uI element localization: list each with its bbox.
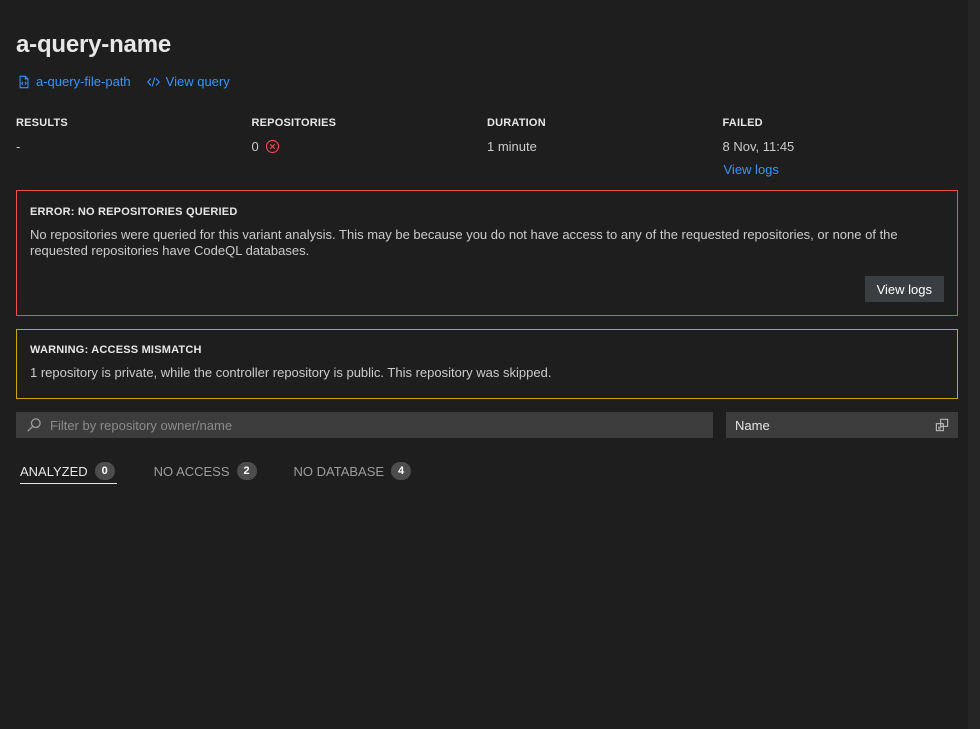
tab-no-access-label: NO ACCESS <box>153 463 230 479</box>
stat-duration-value: 1 minute <box>487 138 723 154</box>
stat-status: FAILED 8 Nov, 11:45 View logs <box>723 117 959 179</box>
stat-status-label: FAILED <box>722 117 763 129</box>
error-circle-icon <box>265 139 279 153</box>
stat-repositories: REPOSITORIES 0 <box>252 117 488 179</box>
stats-row: RESULTS - REPOSITORIES 0 DURATION 1 minu… <box>16 117 958 179</box>
view-logs-button[interactable]: View logs <box>864 276 944 302</box>
tab-no-access-count-badge: 2 <box>236 462 257 480</box>
error-alert-title: ERROR: NO REPOSITORIES QUERIED <box>30 206 238 218</box>
warning-alert: WARNING: ACCESS MISMATCH 1 repository is… <box>16 329 958 399</box>
stat-status-text: 8 Nov, 11:45 <box>722 138 795 154</box>
search-input[interactable] <box>16 412 713 438</box>
stat-duration: DURATION 1 minute <box>487 117 723 179</box>
query-links: a-query-file-path View query <box>17 74 230 89</box>
warning-alert-message: 1 repository is private, while the contr… <box>30 365 552 380</box>
view-query-label: View query <box>165 74 230 89</box>
stat-status-value: 8 Nov, 11:45 <box>723 138 959 154</box>
sort-icon <box>935 418 949 432</box>
error-alert: ERROR: NO REPOSITORIES QUERIED No reposi… <box>16 190 958 316</box>
stat-repositories-value: 0 <box>252 138 488 154</box>
search-box <box>16 412 713 438</box>
query-file-path-label: a-query-file-path <box>36 74 131 89</box>
sort-select[interactable]: Name <box>726 412 958 438</box>
sort-select-label: Name <box>735 417 770 433</box>
stat-results-label: RESULTS <box>16 117 68 129</box>
stat-repositories-text: 0 <box>251 138 259 154</box>
tab-no-access[interactable]: NO ACCESS 2 <box>150 460 257 482</box>
page-title: a-query-name <box>16 31 171 58</box>
stat-results: RESULTS - <box>16 117 252 179</box>
error-alert-message: No repositories were queried for this va… <box>30 227 898 258</box>
stat-results-text: - <box>16 138 21 154</box>
stat-duration-text: 1 minute <box>487 138 537 154</box>
code-icon <box>146 76 160 87</box>
variant-analysis-page: a-query-name a-query-file-path View quer… <box>0 0 980 729</box>
view-logs-link[interactable]: View logs <box>724 162 779 177</box>
view-query-link[interactable]: View query <box>146 74 230 89</box>
stat-results-value: - <box>16 138 252 154</box>
scrollbar-track[interactable] <box>968 0 980 729</box>
tab-analyzed-label: ANALYZED <box>20 463 88 479</box>
tab-no-database-count-badge: 4 <box>391 462 412 480</box>
stat-duration-label: DURATION <box>487 117 546 129</box>
stat-repositories-label: REPOSITORIES <box>251 117 337 129</box>
file-code-icon <box>19 75 29 88</box>
filter-row: Name <box>16 412 958 438</box>
warning-alert-title: WARNING: ACCESS MISMATCH <box>30 344 202 356</box>
tab-analyzed[interactable]: ANALYZED 0 <box>16 460 117 484</box>
query-file-path-link[interactable]: a-query-file-path <box>17 74 131 89</box>
result-tabs: ANALYZED 0 NO ACCESS 2 NO DATABASE 4 <box>16 460 412 484</box>
tab-no-database-label: NO DATABASE <box>293 463 385 479</box>
tab-analyzed-count-badge: 0 <box>94 462 115 480</box>
tab-no-database[interactable]: NO DATABASE 4 <box>290 460 412 482</box>
